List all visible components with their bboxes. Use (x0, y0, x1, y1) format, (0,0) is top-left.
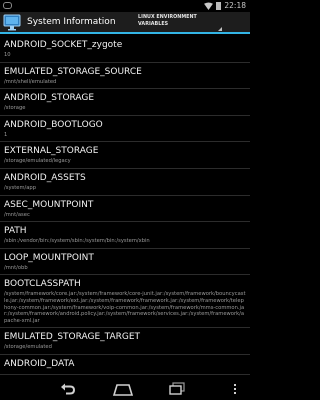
variable-value: /mnt/asec (4, 211, 30, 218)
variable-value: /storage (4, 105, 26, 112)
battery-icon (216, 2, 222, 10)
list-item[interactable]: ANDROID_SOCKET_zygote 10 (0, 36, 250, 63)
home-icon[interactable] (112, 382, 134, 396)
list-item[interactable]: ANDROID_STORAGE /storage (0, 89, 250, 116)
tab-spinner[interactable]: LINUX ENVIRONMENT VARIABLES (138, 15, 222, 32)
navigation-bar (0, 378, 250, 400)
variable-value: /mnt/shell/emulated (4, 78, 57, 85)
variable-value: /system/framework/core.jar:/system/frame… (4, 291, 246, 324)
variable-name: ANDROID_SOCKET_zygote (4, 40, 123, 50)
list-item[interactable]: PATH /sbin:/vendor/bin:/system/sbin:/sys… (0, 222, 250, 249)
list-item[interactable]: LOOP_MOUNTPOINT /mnt/obb (0, 249, 250, 276)
list-item[interactable]: EMULATED_STORAGE_SOURCE /mnt/shell/emula… (0, 63, 250, 90)
variable-name: ASEC_MOUNTPOINT (4, 199, 94, 210)
list-item[interactable]: EMULATED_STORAGE_TARGET /storage/emulate… (0, 328, 250, 355)
list-item[interactable]: EXTERNAL_STORAGE /storage/emulated/legac… (0, 142, 250, 169)
app-title: System Information (27, 17, 116, 27)
status-clock: 22:18 (224, 1, 246, 10)
variable-value: 1 (4, 131, 8, 138)
notification-icon (3, 2, 12, 9)
variable-name: EMULATED_STORAGE_TARGET (4, 332, 141, 343)
list-item[interactable]: ANDROID_BOOTLOGO 1 (0, 116, 250, 143)
variable-value: /sbin:/vendor/bin:/system/sbin:/system/b… (4, 238, 150, 245)
wifi-icon (204, 2, 214, 10)
list-item[interactable]: ANDROID_DATA (0, 355, 250, 375)
variable-value: /storage/emulated/legacy (4, 158, 71, 165)
variable-name: PATH (4, 226, 27, 237)
variable-value: /mnt/obb (4, 264, 28, 271)
variable-name: ANDROID_STORAGE (4, 93, 95, 104)
variable-value: 10 (4, 52, 11, 58)
variable-name: ANDROID_DATA (4, 358, 75, 369)
app-icon[interactable] (3, 14, 21, 31)
back-icon[interactable] (60, 382, 76, 396)
variable-name: BOOTCLASSPATH (4, 279, 81, 290)
menu-overflow-icon[interactable] (232, 382, 238, 396)
status-icons: 22:18 (204, 1, 246, 11)
status-bar: 22:18 (0, 0, 250, 12)
list-item[interactable]: ASEC_MOUNTPOINT /mnt/asec (0, 196, 250, 223)
list-item[interactable]: ANDROID_ASSETS /system/app (0, 169, 250, 196)
action-bar: System Information LINUX ENVIRONMENT VAR… (0, 12, 250, 34)
variable-name: LOOP_MOUNTPOINT (4, 252, 94, 263)
tab-spinner-line2: VARIABLES (138, 21, 169, 27)
list-item[interactable]: BOOTCLASSPATH /system/framework/core.jar… (0, 275, 250, 329)
variable-name: EMULATED_STORAGE_SOURCE (4, 66, 142, 77)
variable-value: /storage/emulated (4, 344, 52, 351)
variable-name: ANDROID_BOOTLOGO (4, 119, 103, 130)
recent-apps-icon[interactable] (169, 382, 185, 396)
variable-name: EXTERNAL_STORAGE (4, 146, 99, 157)
environment-variables-list[interactable]: ANDROID_SOCKET_zygote 10 EMULATED_STORAG… (0, 36, 250, 378)
spinner-corner-icon (218, 27, 222, 31)
variable-value: /system/app (4, 184, 37, 191)
variable-name: ANDROID_ASSETS (4, 172, 86, 183)
